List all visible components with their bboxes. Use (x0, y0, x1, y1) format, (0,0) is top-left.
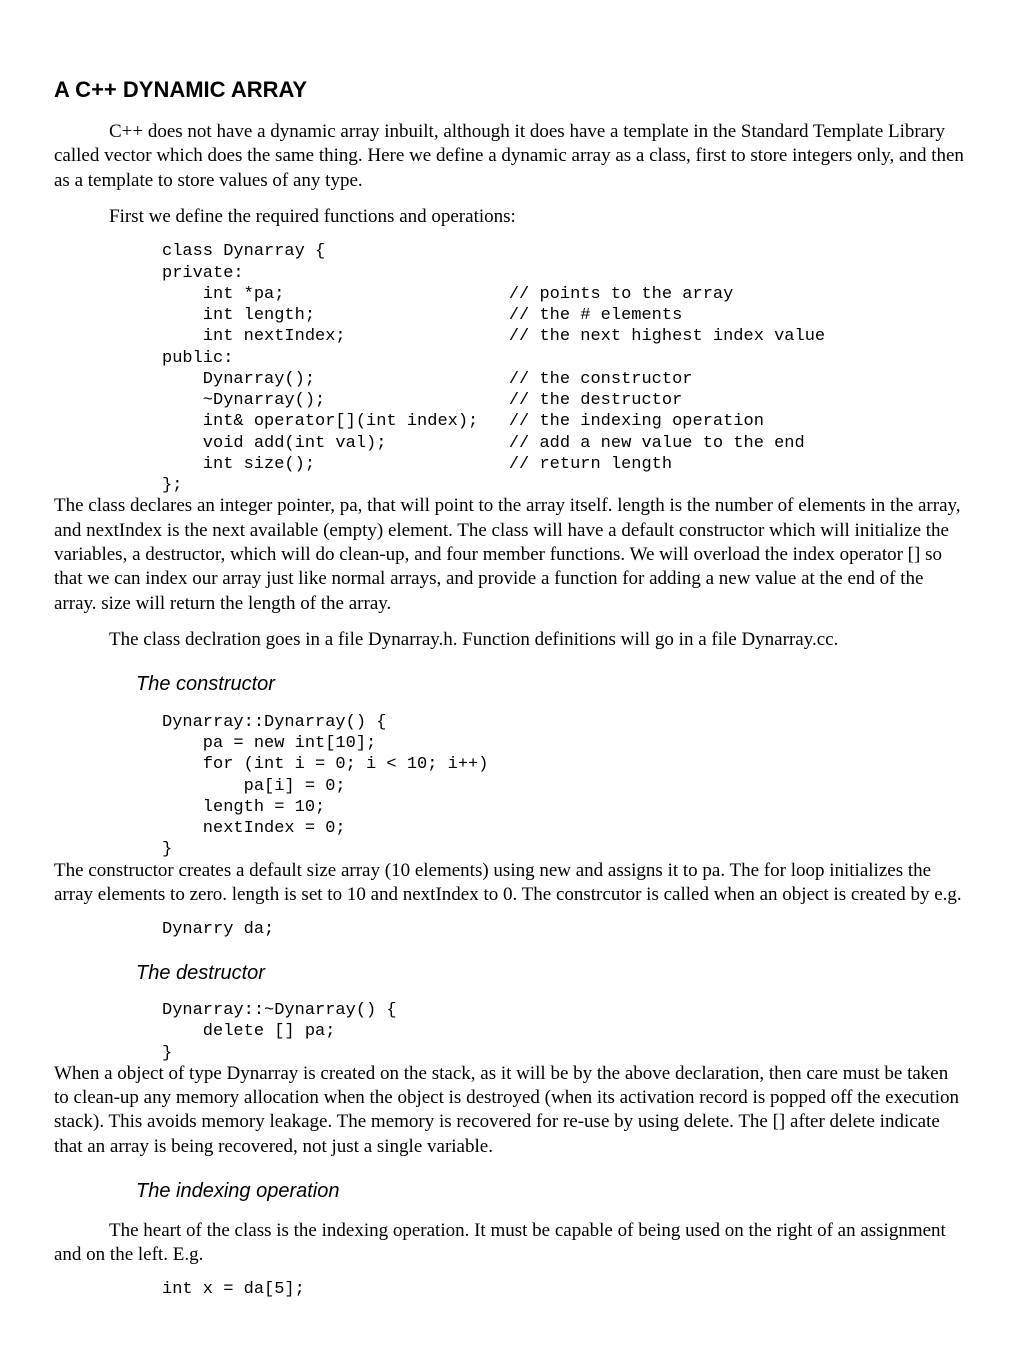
constructor-heading: The constructor (136, 672, 966, 698)
indexing-intro-paragraph: The heart of the class is the indexing o… (54, 1219, 966, 1268)
text: The class declration goes in a file Dyna… (109, 629, 838, 650)
text: C++ does not have a dynamic array inbuil… (54, 121, 964, 191)
file-location-paragraph: The class declration goes in a file Dyna… (54, 628, 966, 652)
class-declaration-code: class Dynarray { private: int *pa; // po… (162, 241, 966, 496)
text: First we define the required functions a… (109, 206, 516, 227)
text: When a object of type Dynarray is create… (54, 1063, 959, 1157)
text: The class declares an integer pointer, p… (54, 495, 961, 613)
text: The constructor creates a default size a… (54, 860, 962, 905)
destructor-code: Dynarray::~Dynarray() { delete [] pa; } (162, 1000, 966, 1064)
constructor-code: Dynarray::Dynarray() { pa = new int[10];… (162, 712, 966, 861)
constructor-usage-code: Dynarry da; (162, 919, 966, 940)
destructor-heading: The destructor (136, 961, 966, 987)
text: The heart of the class is the indexing o… (54, 1220, 946, 1265)
destructor-explain-paragraph: When a object of type Dynarray is create… (54, 1062, 966, 1159)
intro-paragraph-1: C++ does not have a dynamic array inbuil… (54, 120, 966, 193)
class-explain-paragraph: The class declares an integer pointer, p… (54, 494, 966, 616)
indexing-heading: The indexing operation (136, 1179, 966, 1205)
page-title: A C++ DYNAMIC ARRAY (54, 76, 966, 104)
constructor-explain-paragraph: The constructor creates a default size a… (54, 859, 966, 908)
indexing-usage-code: int x = da[5]; (162, 1279, 966, 1300)
intro-paragraph-2: First we define the required functions a… (54, 205, 966, 229)
